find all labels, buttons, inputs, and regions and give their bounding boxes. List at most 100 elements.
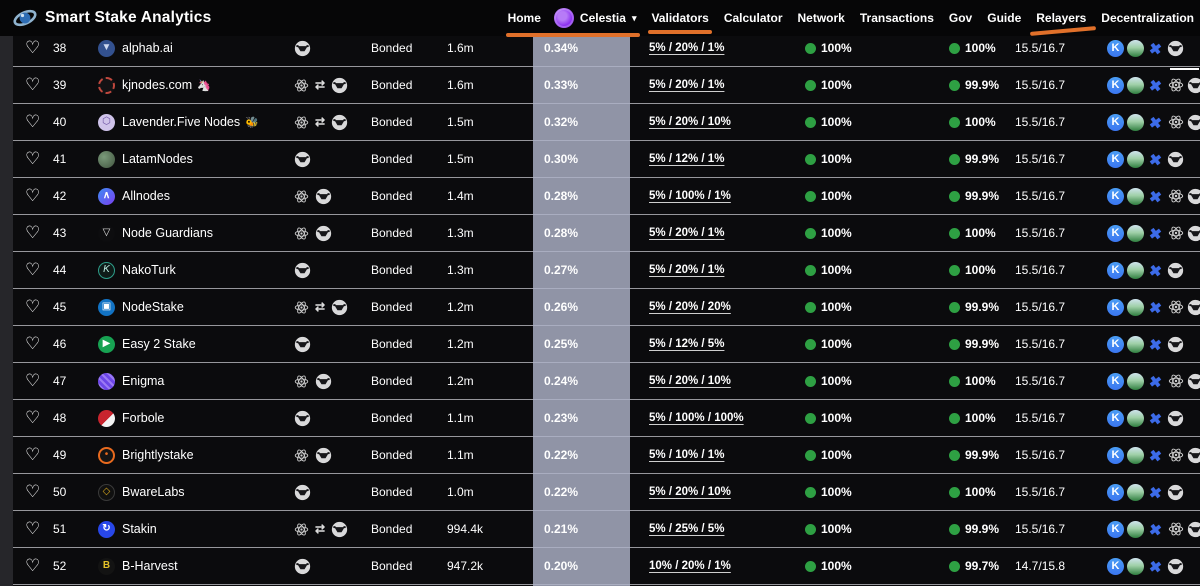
explorer-icon[interactable] [1127, 520, 1144, 538]
robot-icon[interactable] [331, 77, 348, 94]
robot-icon[interactable] [1167, 40, 1184, 57]
cross-icon[interactable]: ✖ [1146, 482, 1165, 502]
validator-name-link[interactable]: Forbole [122, 400, 169, 436]
explorer-icon[interactable] [1127, 409, 1144, 427]
cross-icon[interactable]: ✖ [1146, 223, 1165, 243]
cross-icon[interactable]: ✖ [1146, 186, 1165, 206]
favorite-button[interactable]: ♡ [25, 437, 40, 473]
atom-icon[interactable] [1167, 77, 1184, 94]
keybase-icon[interactable]: K [1107, 224, 1124, 242]
keybase-icon[interactable]: K [1107, 113, 1124, 131]
commission-link[interactable]: 5% / 20% / 1% [649, 36, 724, 66]
explorer-icon[interactable] [1127, 150, 1144, 168]
robot-icon[interactable] [1187, 373, 1200, 390]
nav-item-guide[interactable]: Guide [987, 11, 1021, 25]
commission-link[interactable]: 5% / 10% / 1% [649, 437, 724, 473]
keybase-icon[interactable]: K [1107, 557, 1124, 575]
robot-icon[interactable] [331, 299, 348, 316]
scrollbar-fragment[interactable] [1170, 68, 1199, 70]
swap-arrows-icon[interactable]: ⇄ [315, 115, 325, 129]
keybase-icon[interactable]: K [1107, 409, 1124, 427]
commission-link[interactable]: 5% / 20% / 20% [649, 289, 731, 325]
validator-name-link[interactable]: NodeStake [122, 289, 189, 325]
robot-icon[interactable] [315, 188, 332, 205]
atom-icon[interactable] [294, 448, 309, 463]
commission-link[interactable]: 5% / 12% / 5% [649, 326, 724, 362]
robot-icon[interactable] [331, 521, 348, 538]
validator-name-link[interactable]: Brightlystake [122, 437, 199, 473]
explorer-icon[interactable] [1127, 372, 1144, 390]
explorer-icon[interactable] [1127, 298, 1144, 316]
favorite-button[interactable]: ♡ [25, 36, 40, 66]
atom-icon[interactable] [1167, 521, 1184, 538]
robot-icon[interactable] [294, 151, 311, 168]
favorite-button[interactable]: ♡ [25, 289, 40, 325]
atom-icon[interactable] [1167, 114, 1184, 131]
validator-name-link[interactable]: Allnodes [122, 178, 175, 214]
robot-icon[interactable] [294, 558, 311, 575]
explorer-icon[interactable] [1127, 187, 1144, 205]
robot-icon[interactable] [1167, 151, 1184, 168]
validator-name-link[interactable]: BwareLabs [122, 474, 190, 510]
favorite-button[interactable]: ♡ [25, 215, 40, 251]
cross-icon[interactable]: ✖ [1146, 260, 1165, 280]
keybase-icon[interactable]: K [1107, 372, 1124, 390]
atom-icon[interactable] [294, 374, 309, 389]
commission-link[interactable]: 5% / 20% / 10% [649, 474, 731, 510]
robot-icon[interactable] [1187, 188, 1200, 205]
cross-icon[interactable]: ✖ [1146, 112, 1165, 132]
validator-name-link[interactable]: Stakin [122, 511, 162, 547]
explorer-icon[interactable] [1127, 39, 1144, 57]
brand[interactable]: Smart Stake Analytics [12, 5, 211, 31]
nav-item-validators[interactable]: Validators [648, 11, 713, 34]
atom-icon[interactable] [1167, 299, 1184, 316]
robot-icon[interactable] [1187, 299, 1200, 316]
commission-link[interactable]: 5% / 20% / 10% [649, 104, 731, 140]
atom-icon[interactable] [294, 78, 309, 93]
validator-name-link[interactable]: Easy 2 Stake [122, 326, 201, 362]
robot-icon[interactable] [1167, 558, 1184, 575]
cross-icon[interactable]: ✖ [1146, 75, 1165, 95]
favorite-button[interactable]: ♡ [25, 363, 40, 399]
keybase-icon[interactable]: K [1107, 39, 1124, 57]
cross-icon[interactable]: ✖ [1146, 556, 1165, 576]
atom-icon[interactable] [1167, 225, 1184, 242]
robot-icon[interactable] [1167, 262, 1184, 279]
explorer-icon[interactable] [1127, 483, 1144, 501]
robot-icon[interactable] [1187, 114, 1200, 131]
nav-item-network[interactable]: Network [798, 11, 845, 25]
nav-item-relayers[interactable]: Relayers [1036, 11, 1086, 25]
commission-link[interactable]: 5% / 20% / 1% [649, 67, 724, 103]
validator-name-link[interactable]: Enigma [122, 363, 169, 399]
validator-name-link[interactable]: B-Harvest [122, 548, 183, 584]
cross-icon[interactable]: ✖ [1146, 38, 1165, 58]
robot-icon[interactable] [294, 40, 311, 57]
atom-icon[interactable] [294, 300, 309, 315]
validator-name-link[interactable]: kjnodes.com 🦄 [122, 67, 211, 103]
atom-icon[interactable] [294, 226, 309, 241]
validator-name-link[interactable]: NakoTurk [122, 252, 181, 288]
favorite-button[interactable]: ♡ [25, 400, 40, 436]
robot-icon[interactable] [1187, 521, 1200, 538]
atom-icon[interactable] [294, 189, 309, 204]
swap-arrows-icon[interactable]: ⇄ [315, 522, 325, 536]
robot-icon[interactable] [315, 373, 332, 390]
robot-icon[interactable] [331, 114, 348, 131]
robot-icon[interactable] [1187, 77, 1200, 94]
swap-arrows-icon[interactable]: ⇄ [315, 78, 325, 92]
cross-icon[interactable]: ✖ [1146, 408, 1165, 428]
favorite-button[interactable]: ♡ [25, 141, 40, 177]
swap-arrows-icon[interactable]: ⇄ [315, 300, 325, 314]
atom-icon[interactable] [294, 115, 309, 130]
favorite-button[interactable]: ♡ [25, 104, 40, 140]
cross-icon[interactable]: ✖ [1146, 334, 1165, 354]
commission-link[interactable]: 5% / 20% / 1% [649, 252, 724, 288]
validator-name-link[interactable]: Lavender.Five Nodes 🐝 [122, 104, 259, 140]
keybase-icon[interactable]: K [1107, 187, 1124, 205]
explorer-icon[interactable] [1127, 335, 1144, 353]
commission-link[interactable]: 5% / 20% / 1% [649, 215, 724, 251]
robot-icon[interactable] [294, 336, 311, 353]
cross-icon[interactable]: ✖ [1146, 297, 1165, 317]
favorite-button[interactable]: ♡ [25, 511, 40, 547]
explorer-icon[interactable] [1127, 261, 1144, 279]
